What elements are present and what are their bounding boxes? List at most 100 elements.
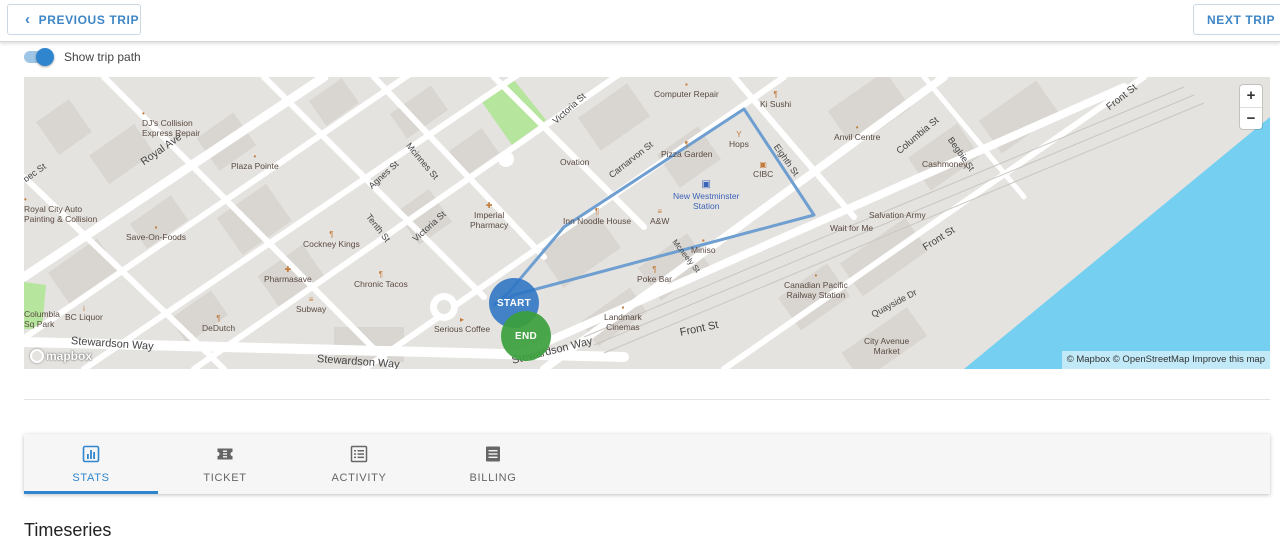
poi-salvation-army: Salvation Army <box>869 210 926 220</box>
previous-trip-label: PREVIOUS TRIP <box>38 12 140 27</box>
fastfood-icon: ≡ <box>308 295 314 304</box>
fastfood-icon: ≡ <box>657 207 663 216</box>
poi-chronic-tacos: ¶ Chronic Tacos <box>354 270 408 289</box>
poi-label: Subway <box>296 304 327 314</box>
bar-chart-icon <box>82 445 100 463</box>
active-tab-indicator <box>24 491 158 494</box>
previous-trip-button[interactable]: ‹ PREVIOUS TRIP <box>7 4 141 35</box>
poi-royal-city-auto: • Royal City Auto Painting & Collision <box>24 195 97 224</box>
section-divider <box>24 399 1270 400</box>
poi-label: Canadian Pacific Railway Station <box>784 280 848 300</box>
bank-icon: ▣ <box>759 160 767 169</box>
poi-label: Chronic Tacos <box>354 279 408 289</box>
poi-dot-icon: • <box>814 271 818 280</box>
poi-label: Computer Repair <box>654 89 719 99</box>
tab-ticket[interactable]: TICKET <box>158 434 292 494</box>
tab-activity-label: ACTIVITY <box>331 472 387 484</box>
poi-poke-bar: ¶ Poke Bar <box>637 265 672 284</box>
mapbox-logo-text: mapbox <box>46 349 93 363</box>
poi-imperial-pharmacy: ✚ Imperial Pharmacy <box>470 201 508 230</box>
poi-label: Plaza Pointe <box>231 161 279 171</box>
poi-label: CIBC <box>753 169 774 179</box>
cinema-icon: ▪ <box>621 303 625 312</box>
chevron-left-icon: ‹ <box>25 11 31 28</box>
poi-label: Anvil Centre <box>834 132 881 142</box>
shop-icon: ▪ <box>684 80 688 89</box>
poi-label: Save-On-Foods <box>126 232 186 242</box>
poi-dot-icon: • <box>24 195 27 204</box>
skytrain-station: ▣ New Westminster Station <box>673 179 739 211</box>
liquor-icon: ¡ <box>82 303 86 312</box>
tab-stats-label: STATS <box>72 472 110 484</box>
poi-ki-sushi: ¶ Ki Sushi <box>760 90 791 109</box>
zoom-in-button[interactable]: + <box>1240 85 1262 107</box>
poi-label: Wait for Me <box>830 223 874 233</box>
restaurant-icon: ¶ <box>329 230 334 239</box>
poi-label: City Avenue Market <box>864 336 910 356</box>
trip-path-switch[interactable] <box>24 48 54 66</box>
poi-label: A&W <box>650 216 670 226</box>
poi-label: Ovation <box>560 157 590 167</box>
shop-icon: ▪ <box>701 236 705 245</box>
poi-plaza-pointe: • Plaza Pointe <box>231 152 279 171</box>
trip-tabs: STATS TICKET ACTIVITY BILLING <box>24 434 1270 494</box>
map-attribution[interactable]: © Mapbox © OpenStreetMap Improve this ma… <box>1061 351 1270 369</box>
train-icon: ▣ <box>701 179 711 190</box>
poi-pizza-garden: ¶ Pizza Garden <box>661 140 713 159</box>
poi-label: Cockney Kings <box>303 239 360 249</box>
poi-label: Salvation Army <box>869 210 926 220</box>
poi-label: Hops <box>729 139 749 149</box>
poi-cockney-kings: ¶ Cockney Kings <box>303 230 360 249</box>
list-icon <box>350 445 368 463</box>
top-bar: ‹ PREVIOUS TRIP NEXT TRIP › <box>0 0 1280 42</box>
tab-stats[interactable]: STATS <box>24 434 158 494</box>
switch-knob <box>36 48 54 66</box>
poi-hops: Y Hops <box>729 130 749 149</box>
next-trip-label: NEXT TRIP <box>1207 12 1276 27</box>
poi-wait-for-me: Wait for Me <box>830 223 873 233</box>
poi-dot-icon: • <box>855 123 859 132</box>
poi-anvil-centre: • Anvil Centre <box>834 123 880 142</box>
tab-billing[interactable]: BILLING <box>426 434 560 494</box>
poi-miniso: ▪ Miniso <box>691 236 716 255</box>
poi-ovation: Ovation <box>560 157 589 167</box>
poi-save-on-foods: ▪ Save-On-Foods <box>126 223 186 242</box>
bar-icon: Y <box>736 130 742 139</box>
restaurant-icon: ¶ <box>684 140 689 149</box>
next-trip-button[interactable]: NEXT TRIP › <box>1193 4 1280 35</box>
station-label: New Westminster Station <box>673 191 740 211</box>
poi-subway: ≡ Subway <box>296 295 326 314</box>
restaurant-icon: ¶ <box>216 314 221 323</box>
receipt-icon <box>486 446 500 462</box>
mapbox-logo[interactable]: mapbox <box>30 349 92 363</box>
tab-activity[interactable]: ACTIVITY <box>292 434 426 494</box>
poi-label: Imperial Pharmacy <box>470 210 509 230</box>
zoom-controls: + − <box>1240 85 1262 129</box>
poi-label: Poke Bar <box>637 274 672 284</box>
trip-path-label: Show trip path <box>64 50 141 64</box>
poi-label: Inn Noodle House <box>563 216 632 226</box>
poi-cibc: ▣ CIBC <box>753 160 773 179</box>
poi-label: Ki Sushi <box>760 99 792 109</box>
section-title: Timeseries <box>24 520 112 540</box>
poi-serious-coffee: ▸ Serious Coffee <box>434 315 490 334</box>
trip-map[interactable]: • DJ's Collision Express Repair • Royal Ci… <box>24 77 1270 369</box>
cafe-icon: ▸ <box>460 315 465 324</box>
poi-landmark-cinemas: ▪ Landmark Cinemas <box>604 303 642 332</box>
restaurant-icon: ¶ <box>594 207 600 216</box>
poi-dedutch: ¶ DeDutch <box>202 314 235 333</box>
poi-computer-repair: ▪ Computer Repair <box>654 80 719 99</box>
trip-end-marker[interactable]: END <box>501 311 551 361</box>
restaurant-icon: ¶ <box>378 270 383 279</box>
poi-label: Miniso <box>691 245 716 255</box>
poi-aw: ≡ A&W <box>650 207 669 226</box>
mapbox-logo-icon <box>30 349 44 363</box>
zoom-out-button[interactable]: − <box>1240 107 1262 129</box>
tab-billing-label: BILLING <box>469 472 517 484</box>
poi-inn-noodle-house: ¶ Inn Noodle House <box>563 207 631 226</box>
poi-cp-railway-station: • Canadian Pacific Railway Station <box>784 271 848 300</box>
poi-label: Serious Coffee <box>434 324 491 334</box>
shop-icon: ▪ <box>154 223 158 232</box>
poi-label: Columbia Sq Park <box>24 309 60 329</box>
poi-pharmasave: ✚ Pharmasave <box>264 265 312 284</box>
